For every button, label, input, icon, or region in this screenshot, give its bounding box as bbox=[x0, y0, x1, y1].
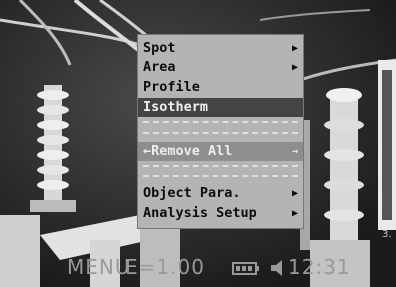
menu-item-label: Area bbox=[143, 59, 176, 75]
menu-divider bbox=[143, 121, 298, 123]
menu-item-object-para[interactable]: Object Para. ▶ bbox=[138, 184, 303, 203]
emissivity-readout: E=1.00 bbox=[125, 255, 205, 279]
menu-item-profile[interactable]: Profile bbox=[138, 78, 303, 97]
analysis-menu: Spot ▶ Area ▶ Profile Isotherm ←Remove A… bbox=[137, 34, 304, 229]
right-arrow-icon: → bbox=[291, 146, 298, 157]
menu-item-label: Object Para. bbox=[143, 185, 241, 201]
menu-item-area[interactable]: Area ▶ bbox=[138, 58, 303, 77]
submenu-arrow-icon: ▶ bbox=[291, 43, 298, 54]
menu-item-label: Analysis Setup bbox=[143, 205, 257, 221]
speaker-icon bbox=[271, 260, 282, 276]
menu-item-label: ←Remove All bbox=[143, 143, 233, 159]
submenu-arrow-icon: ▶ bbox=[291, 188, 298, 199]
menu-item-spot[interactable]: Spot ▶ bbox=[138, 39, 303, 58]
scale-edge-label: 3. bbox=[382, 229, 392, 240]
menu-divider bbox=[143, 175, 298, 177]
menu-label: MENU bbox=[67, 255, 131, 279]
submenu-arrow-icon: ▶ bbox=[291, 62, 298, 73]
status-bar: MENU E=1.00 12:31 3. bbox=[0, 229, 396, 287]
battery-icon bbox=[232, 262, 259, 275]
menu-item-analysis-setup[interactable]: Analysis Setup ▶ bbox=[138, 204, 303, 223]
menu-item-remove-all[interactable]: ←Remove All → bbox=[138, 142, 303, 161]
menu-divider bbox=[143, 132, 298, 134]
menu-item-label: Spot bbox=[143, 40, 176, 56]
menu-divider bbox=[143, 165, 298, 167]
menu-item-label: Profile bbox=[143, 79, 200, 95]
clock: 12:31 bbox=[288, 255, 351, 279]
submenu-arrow-icon: ▶ bbox=[291, 208, 298, 219]
menu-item-label: Isotherm bbox=[143, 99, 209, 115]
menu-item-isotherm[interactable]: Isotherm bbox=[138, 98, 303, 117]
